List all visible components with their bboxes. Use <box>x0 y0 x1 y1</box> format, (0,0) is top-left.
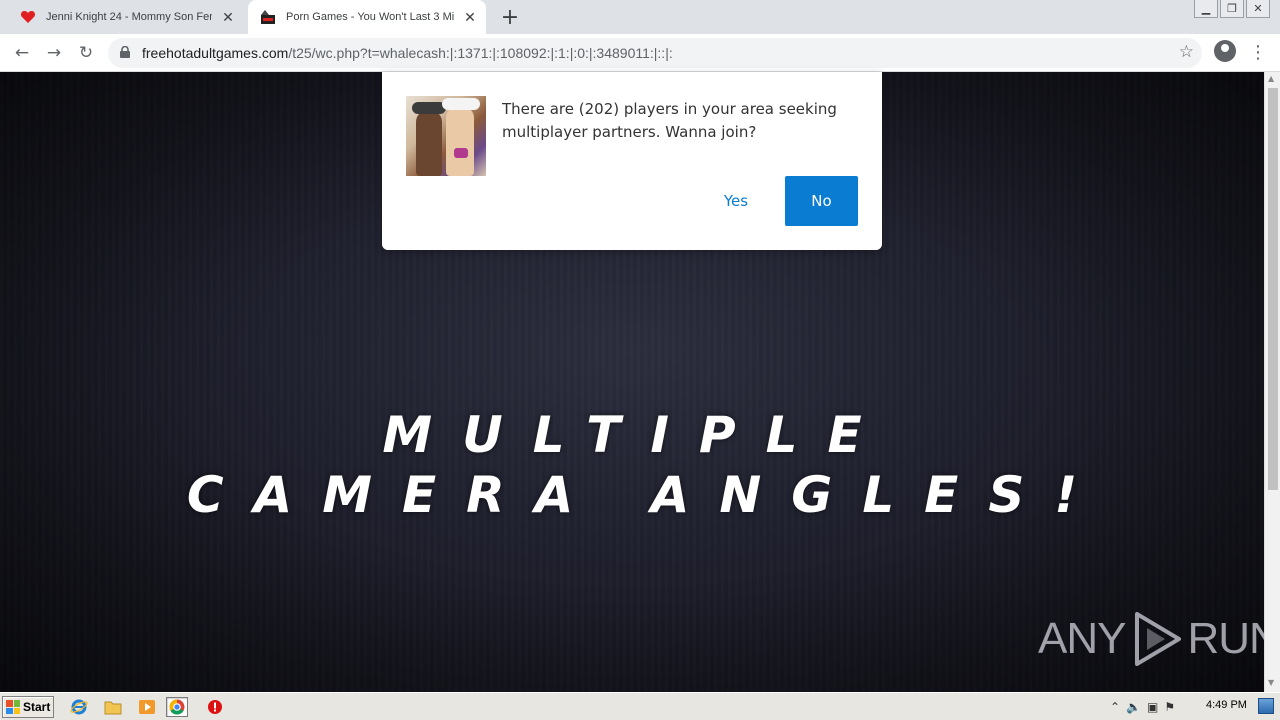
windows-taskbar: Start ⌃ 🔈 ▣ ⚑ 4:49 PM <box>0 692 1280 720</box>
window-controls: ▁ ❐ ✕ <box>1194 0 1270 18</box>
tab-title: Jenni Knight 24 - Mommy Son Femdom <box>46 11 212 23</box>
tab-porn-games[interactable]: Porn Games - You Won't Last 3 Minutes ✕ <box>248 0 486 34</box>
restore-icon[interactable]: ❐ <box>1220 0 1244 18</box>
scrollbar-thumb[interactable] <box>1268 88 1278 490</box>
play-logo-icon <box>1135 612 1182 666</box>
close-window-icon[interactable]: ✕ <box>1246 0 1270 18</box>
scroll-up-icon[interactable]: ▲ <box>1268 74 1274 83</box>
internet-explorer-icon[interactable] <box>68 697 90 717</box>
dialog-message: There are (202) players in your area see… <box>502 100 837 141</box>
chrome-icon[interactable] <box>166 697 188 717</box>
network-icon[interactable]: ▣ <box>1147 700 1158 714</box>
system-clock[interactable]: 4:49 PM <box>1206 699 1247 711</box>
headline-line-1: MULTIPLE <box>382 406 892 464</box>
system-tray: ⌃ 🔈 ▣ ⚑ <box>1104 695 1280 719</box>
browser-toolbar: ← → ↻ freehotadultgames.com/t25/wc.php?t… <box>0 34 1280 72</box>
windows-logo-icon <box>6 700 20 714</box>
yes-button[interactable]: Yes <box>706 176 766 226</box>
bookmark-star-icon[interactable]: ☆ <box>1179 42 1194 62</box>
scroll-down-icon[interactable]: ▼ <box>1268 678 1274 687</box>
tab-title: Porn Games - You Won't Last 3 Minutes <box>286 11 454 23</box>
tray-expand-icon[interactable]: ⌃ <box>1110 700 1120 714</box>
file-explorer-icon[interactable] <box>102 697 124 717</box>
close-tab-icon[interactable]: ✕ <box>460 7 480 27</box>
stop-icon[interactable] <box>204 697 226 717</box>
close-tab-icon[interactable]: ✕ <box>218 7 238 27</box>
notification-dialog: There are (202) players in your area see… <box>382 72 882 250</box>
watermark-left-text: ANY <box>1038 614 1126 663</box>
vertical-scrollbar[interactable]: ▲ ▼ <box>1264 72 1280 692</box>
kebab-menu-icon[interactable]: ⋮ <box>1249 40 1267 64</box>
lock-icon <box>120 45 132 61</box>
reload-icon[interactable]: ↻ <box>74 41 98 65</box>
tab-jenni-knight[interactable]: Jenni Knight 24 - Mommy Son Femdom ✕ <box>8 0 244 34</box>
back-arrow-icon[interactable]: ← <box>10 41 34 65</box>
dialog-thumbnail-image <box>406 96 486 176</box>
forward-arrow-icon[interactable]: → <box>42 41 66 65</box>
headline-line-2: CAMERA ANGLES! <box>186 466 1108 524</box>
start-button[interactable]: Start <box>2 696 54 718</box>
tab-strip: Jenni Knight 24 - Mommy Son Femdom ✕ Por… <box>0 0 1280 34</box>
site-favicon-icon <box>260 9 276 25</box>
profile-avatar-icon[interactable] <box>1214 40 1236 62</box>
minimize-icon[interactable]: ▁ <box>1194 0 1218 18</box>
url-host: freehotadultgames.com <box>142 45 289 61</box>
show-desktop-icon[interactable] <box>1258 698 1274 714</box>
start-label: Start <box>23 700 51 714</box>
anyrun-watermark: ANY RUN <box>1038 610 1280 668</box>
url-path: /t25/wc.php?t=whalecash:|:1371:|:108092:… <box>288 45 673 61</box>
address-bar[interactable]: freehotadultgames.com/t25/wc.php?t=whale… <box>108 38 1202 68</box>
new-tab-button[interactable]: + <box>498 5 522 30</box>
url-text: freehotadultgames.com/t25/wc.php?t=whale… <box>142 45 673 61</box>
action-center-flag-icon[interactable]: ⚑ <box>1164 700 1175 714</box>
no-button[interactable]: No <box>785 176 858 226</box>
media-player-icon[interactable] <box>136 697 158 717</box>
volume-icon[interactable]: 🔈 <box>1126 700 1141 714</box>
heart-icon <box>20 9 36 25</box>
